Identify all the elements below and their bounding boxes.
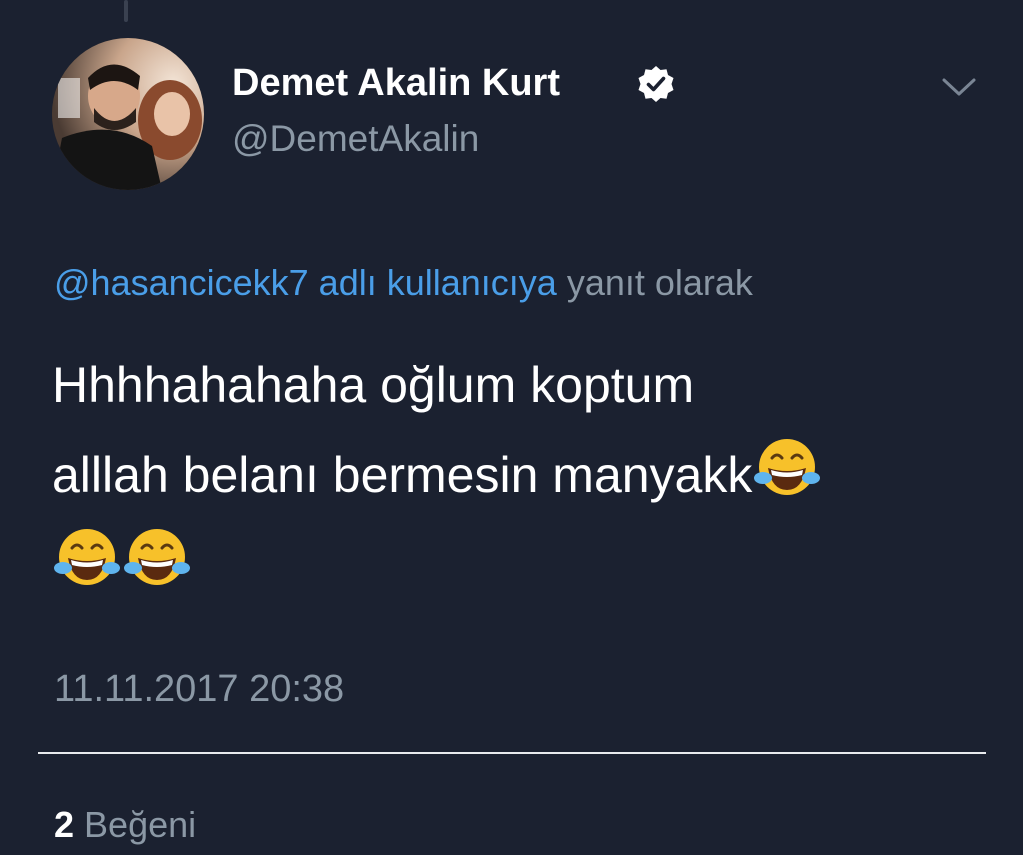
likes-label: Beğeni <box>84 804 197 845</box>
face-with-tears-of-joy-icon <box>54 529 120 585</box>
thread-connector-line <box>124 0 128 22</box>
avatar-photo <box>52 38 204 190</box>
divider <box>38 752 986 754</box>
likes-count: 2 <box>54 804 75 845</box>
chevron-down-icon[interactable] <box>940 72 978 102</box>
avatar[interactable] <box>52 38 204 190</box>
tweet-timestamp[interactable]: 11.11.2017 20:38 <box>54 668 344 711</box>
verified-badge-icon <box>638 66 674 102</box>
reply-mention-link[interactable]: @hasancicekk7 adlı kullanıcıya <box>54 262 557 303</box>
tweet-detail-view: Demet Akalin Kurt @DemetAkalin @hasancic… <box>0 0 1023 855</box>
face-with-tears-of-joy-icon <box>754 439 821 495</box>
tweet-text-line-1: Hhhhahahaha oğlum koptum <box>52 357 695 413</box>
reply-context: @hasancicekk7 adlı kullanıcıya yanıt ola… <box>54 262 753 304</box>
face-with-tears-of-joy-icon <box>124 529 190 585</box>
author-display-name[interactable]: Demet Akalin Kurt <box>232 62 560 105</box>
likes-stat[interactable]: 2 Beğeni <box>54 804 196 846</box>
reply-suffix-text: yanıt olarak <box>566 262 753 303</box>
tweet-body: Hhhhahahaha oğlum koptum alllah belanı b… <box>52 340 982 610</box>
author-handle[interactable]: @DemetAkalin <box>232 118 479 160</box>
tweet-text-line-2: alllah belanı bermesin manyakk <box>52 447 753 503</box>
